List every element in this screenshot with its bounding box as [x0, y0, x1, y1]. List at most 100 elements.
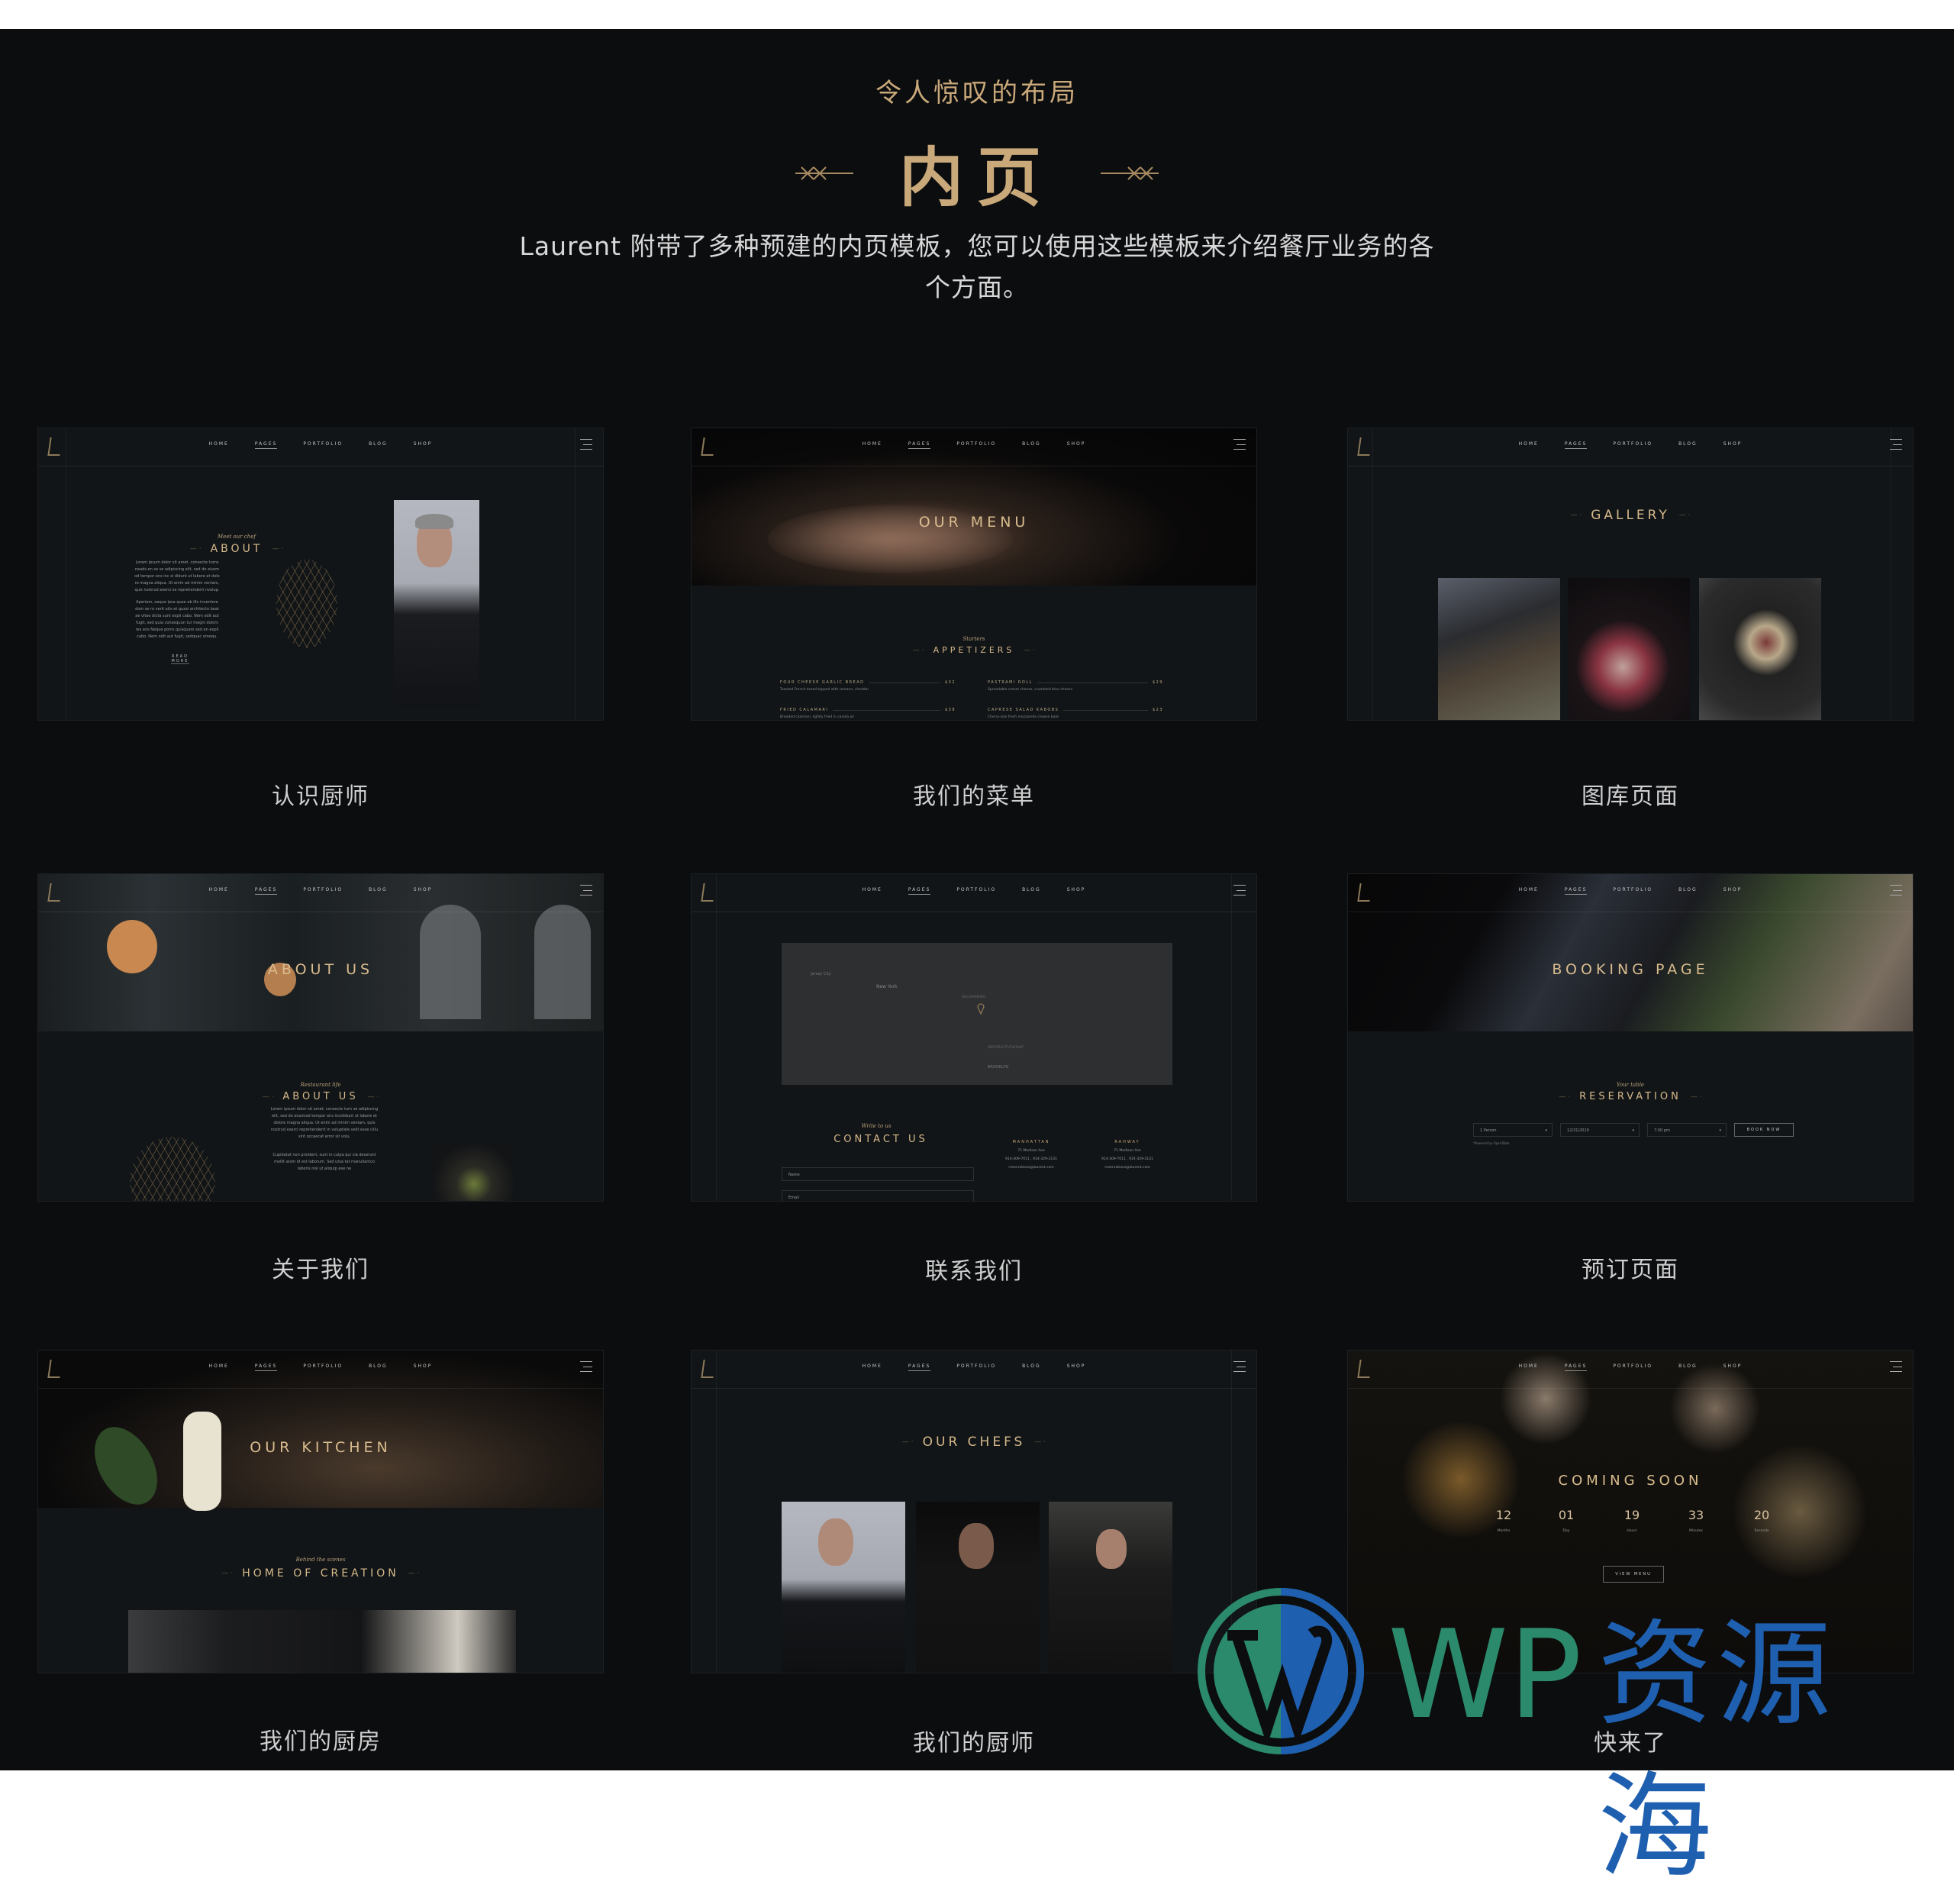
nav-pages: PAGES [1564, 887, 1588, 895]
about-paragraph-2: Cupidatat non proident, sunt in culpa qu… [272, 1153, 376, 1171]
mini-nav: HOME PAGES PORTFOLIO BLOG SHOP [692, 428, 1256, 466]
preview-about-us[interactable]: HOME PAGES PORTFOLIO BLOG SHOP ABOUT US … [37, 873, 604, 1202]
nav-blog: BLOG [369, 1363, 388, 1369]
nav-shop: SHOP [1723, 1363, 1743, 1369]
wordpress-logo-icon [1198, 1588, 1364, 1754]
appetizers-title: APPETIZERS [692, 645, 1256, 655]
gallery-title: GALLERY [1348, 508, 1913, 523]
nav-home: HOME [1518, 441, 1539, 447]
art-deco-pattern [276, 560, 337, 648]
gallery-photo-3 [1699, 578, 1821, 720]
coming-soon-title: COMING SOON [1558, 1473, 1703, 1489]
menu-item-desc: Toasted French bread topped with romano,… [780, 688, 869, 692]
map[interactable]: New York Jersey City BROOKLYN WILLIAMSBU… [782, 943, 1172, 1085]
preview-kitchen[interactable]: HOME PAGES PORTFOLIO BLOG SHOP OUR KITCH… [37, 1350, 604, 1673]
menu-icon [1890, 885, 1902, 896]
card-caption[interactable]: 联系我们 [691, 1252, 1257, 1286]
nav-portfolio: PORTFOLIO [1613, 1363, 1653, 1369]
inner-pages-section: 令人惊叹的布局 内页 Laurent 附带了多种预建的内页模板，您可以使用这些模… [0, 29, 1954, 1770]
card-caption[interactable]: 我们的厨师 [691, 1724, 1257, 1757]
nav-blog: BLOG [369, 887, 388, 892]
hero-title: OUR KITCHEN [250, 1439, 392, 1456]
countdown-seconds-label: Seconds [1754, 1529, 1769, 1533]
nav-blog: BLOG [1022, 441, 1041, 447]
chevron-down-icon: ▾ [1632, 1128, 1634, 1133]
preview-chefs[interactable]: HOME PAGES PORTFOLIO BLOG SHOP OUR CHEFS [691, 1350, 1257, 1673]
card-caption[interactable]: 预订页面 [1347, 1251, 1914, 1284]
nav-blog: BLOG [1022, 887, 1041, 892]
countdown-day: 01 [1558, 1508, 1575, 1522]
persons-select[interactable]: 1 Person ▾ [1473, 1123, 1553, 1137]
countdown-months-label: Months [1497, 1529, 1511, 1533]
countdown-seconds: 20 [1753, 1508, 1770, 1522]
nav-home: HOME [862, 441, 882, 447]
nav-blog: BLOG [369, 441, 388, 447]
preview-contact[interactable]: HOME PAGES PORTFOLIO BLOG SHOP New York … [691, 873, 1257, 1202]
nav-pages: PAGES [908, 1363, 931, 1371]
view-menu-button[interactable]: VIEW MENU [1603, 1566, 1664, 1583]
nav-pages: PAGES [254, 441, 278, 449]
nav-portfolio: PORTFOLIO [1613, 887, 1653, 892]
ornament-right-icon [1101, 166, 1159, 180]
menu-icon [1233, 439, 1246, 450]
about-us-title: ABOUT US [38, 1091, 603, 1102]
nav-shop: SHOP [1723, 887, 1743, 892]
nav-shop: SHOP [1723, 441, 1743, 447]
menu-icon [1890, 1361, 1902, 1372]
nav-pages: PAGES [908, 887, 931, 895]
nav-pages: PAGES [908, 441, 931, 449]
email-field[interactable]: Email [782, 1190, 974, 1201]
preview-meet-chef[interactable]: HOME PAGES PORTFOLIO BLOG SHOP Meet our … [37, 428, 604, 721]
menu-icon [580, 439, 592, 450]
mini-nav: HOME PAGES PORTFOLIO BLOG SHOP [1348, 428, 1913, 466]
countdown-minutes: 33 [1688, 1508, 1704, 1522]
nav-portfolio: PORTFOLIO [303, 441, 343, 447]
map-label: BROOKLYN [988, 1065, 1008, 1070]
script-subtitle: Your table [1616, 1082, 1645, 1088]
nav-pages: PAGES [1564, 441, 1588, 449]
book-now-button[interactable]: BOOK NOW [1734, 1123, 1794, 1137]
cocktail-photo [434, 1141, 514, 1201]
date-select[interactable]: 12/31/2019 ▾ [1560, 1123, 1640, 1137]
mini-nav: HOME PAGES PORTFOLIO BLOG SHOP [38, 874, 603, 912]
chef-photo-3 [1049, 1502, 1172, 1673]
card-caption[interactable]: 我们的菜单 [691, 777, 1257, 811]
mini-nav: HOME PAGES PORTFOLIO BLOG SHOP [1348, 1351, 1913, 1389]
watermark-wp: WP [1388, 1603, 1582, 1746]
nav-pages: PAGES [254, 887, 278, 895]
time-select[interactable]: 7:00 pm ▾ [1647, 1123, 1727, 1137]
map-label: New York [876, 984, 898, 989]
nav-shop: SHOP [413, 887, 433, 892]
about-paragraph-1: Lorem ipsum dolor sit amet, consecte tur… [270, 1107, 379, 1139]
our-chefs-title: OUR CHEFS [692, 1434, 1256, 1450]
gallery-photo-2 [1568, 578, 1690, 720]
chevron-down-icon: ▾ [1545, 1128, 1547, 1133]
mini-nav: HOME PAGES PORTFOLIO BLOG SHOP [38, 428, 603, 466]
card-caption[interactable]: 认识厨师 [37, 777, 604, 811]
card-caption[interactable]: 我们的厨房 [37, 1722, 604, 1756]
hero-title: OUR MENU [918, 514, 1030, 531]
nav-pages: PAGES [1564, 1363, 1588, 1371]
preview-booking[interactable]: HOME PAGES PORTFOLIO BLOG SHOP BOOKING P… [1347, 873, 1914, 1202]
gallery-photo-1 [1438, 578, 1560, 720]
location-manhattan: MANHATTAN 71 Madison Ave 914-309-7011 , … [1004, 1140, 1058, 1170]
map-label: WILLIAMSBURG [962, 995, 986, 999]
about-paragraph-2: Aperiam, eaque ipsa quae ab illo invento… [135, 600, 219, 639]
card-caption[interactable]: 图库页面 [1347, 777, 1914, 811]
nav-blog: BLOG [1678, 887, 1698, 892]
reservation-title: RESERVATION [1348, 1091, 1913, 1102]
card-caption[interactable]: 关于我们 [37, 1251, 604, 1284]
hero-title: ABOUT US [267, 961, 374, 978]
name-field[interactable]: Name [782, 1167, 974, 1181]
menu-icon [1233, 1361, 1246, 1372]
nav-blog: BLOG [1678, 441, 1698, 447]
nav-portfolio: PORTFOLIO [1613, 441, 1653, 447]
section-description: Laurent 附带了多种预建的内页模板，您可以使用这些模板来介绍餐厅业务的各个… [519, 231, 1435, 302]
preview-menu[interactable]: HOME PAGES PORTFOLIO BLOG SHOP OUR MENU … [691, 428, 1257, 721]
nav-home: HOME [208, 887, 229, 892]
nav-shop: SHOP [1066, 1363, 1086, 1369]
home-of-creation-title: HOME OF CREATION [38, 1567, 603, 1580]
preview-gallery[interactable]: HOME PAGES PORTFOLIO BLOG SHOP GALLERY [1347, 428, 1914, 721]
nav-blog: BLOG [1022, 1363, 1041, 1369]
menu-item: PASTRAMI ROLL $29 [988, 680, 1163, 685]
